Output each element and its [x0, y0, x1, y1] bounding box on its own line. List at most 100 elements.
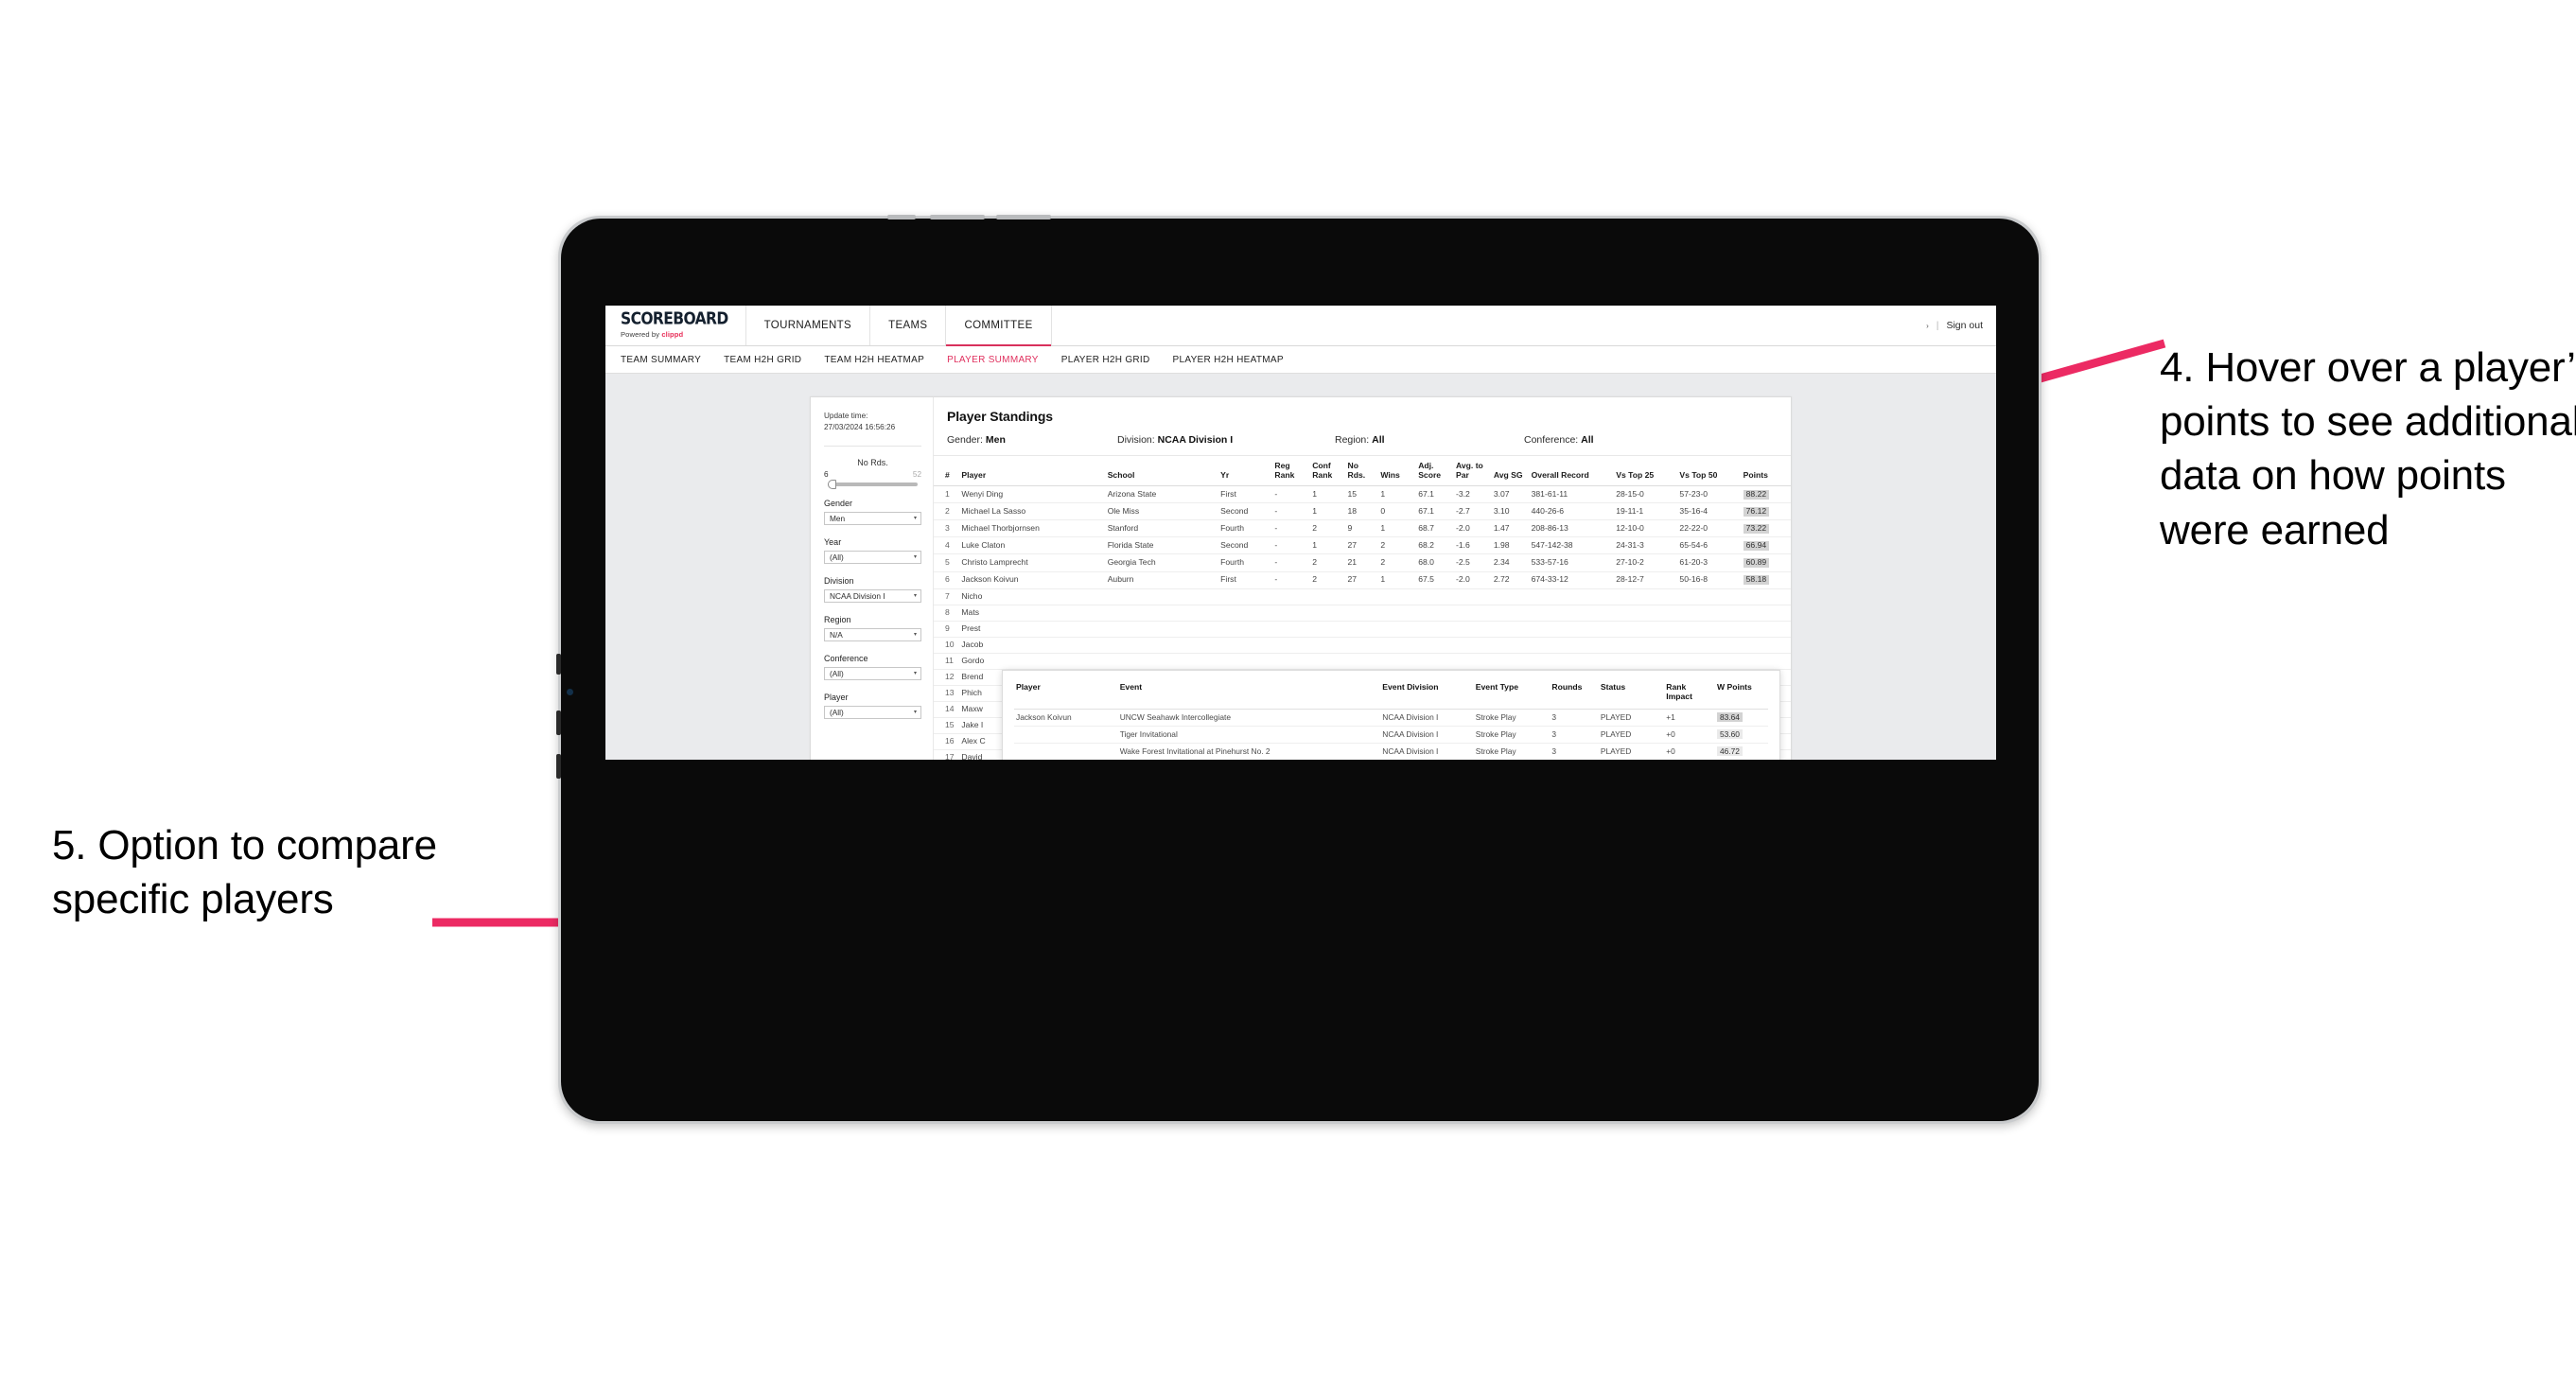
table-row[interactable]: 2 Michael La Sasso Ole Miss Second - 1 1…	[934, 502, 1791, 521]
subnav-item-player-h2h-heatmap[interactable]: PLAYER H2H HEATMAP	[1173, 355, 1297, 365]
cell-top50: 35-16-4	[1677, 502, 1742, 521]
col-wins[interactable]: Wins	[1378, 456, 1417, 487]
cell-rds: 15	[1345, 485, 1379, 504]
tip-col-w-points: W Points	[1714, 680, 1768, 710]
subnav-item-player-h2h-grid[interactable]: PLAYER H2H GRID	[1061, 355, 1164, 365]
cell-obscured	[1105, 621, 1791, 638]
dashboard-workspace: Update time: 27/03/2024 16:56:26 No Rds.…	[605, 374, 1996, 760]
cell-rds: 21	[1345, 553, 1379, 572]
cell-points[interactable]: 76.12	[1741, 502, 1791, 521]
table-row[interactable]: 8 Mats	[934, 605, 1791, 622]
cell-reg: -	[1272, 485, 1311, 504]
account-chevron-icon[interactable]: ›	[1926, 322, 1929, 330]
col-points[interactable]: Points	[1741, 456, 1791, 487]
cell-top25: 12-10-0	[1614, 519, 1678, 538]
tip-col-event: Event	[1117, 680, 1381, 710]
subnav-item-team-h2h-heatmap[interactable]: TEAM H2H HEATMAP	[824, 355, 938, 365]
cell-rds: 27	[1345, 536, 1379, 555]
filter-division-select[interactable]: NCAA Division I ▾	[824, 588, 921, 603]
cell-rds: 18	[1345, 502, 1379, 521]
col-avg-sg[interactable]: Avg SG	[1491, 456, 1530, 487]
table-row[interactable]: 4 Luke Claton Florida State Second - 1 2…	[934, 536, 1791, 555]
col-reg-rank[interactable]: Reg Rank	[1272, 456, 1311, 487]
table-row[interactable]: 9 Prest	[934, 621, 1791, 638]
col-avg-to-par[interactable]: Avg. to Par	[1454, 456, 1492, 487]
slider-track[interactable]	[828, 479, 918, 489]
cell-player: Gordo	[959, 653, 1106, 670]
col-vs-top-50[interactable]: Vs Top 50	[1677, 456, 1742, 487]
cell-par: -3.2	[1454, 485, 1492, 504]
col-player[interactable]: Player	[959, 456, 1106, 487]
table-row[interactable]: 5 Christo Lamprecht Georgia Tech Fourth …	[934, 553, 1791, 572]
nav-item-tournaments[interactable]: TOURNAMENTS	[746, 306, 871, 345]
col-overall-record[interactable]: Overall Record	[1529, 456, 1615, 487]
subnav-item-player-summary[interactable]: PLAYER SUMMARY	[947, 355, 1052, 365]
table-row[interactable]: 7 Nicho	[934, 588, 1791, 605]
cell-points[interactable]: 88.22	[1741, 485, 1791, 504]
col-rank[interactable]: #	[934, 456, 960, 487]
cell-wins: 2	[1378, 553, 1417, 572]
table-row[interactable]: 10 Jacob	[934, 637, 1791, 654]
col-yr[interactable]: Yr	[1218, 456, 1273, 487]
cell-adj: 67.1	[1416, 502, 1454, 521]
cell-rds: 27	[1345, 571, 1379, 589]
tip-cell-type: Stroke Play	[1473, 743, 1551, 760]
cell-wins: 0	[1378, 502, 1417, 521]
cell-top25: 24-31-3	[1614, 536, 1678, 555]
cell-school: Ole Miss	[1105, 502, 1219, 521]
cell-sg: 2.72	[1491, 571, 1530, 589]
tip-wpoints-value: 46.72	[1716, 746, 1743, 757]
device-volume-up-button	[556, 711, 561, 735]
cell-points[interactable]: 58.18	[1741, 571, 1791, 589]
filter-no-rounds-slider[interactable]: No Rds. 6 52	[824, 458, 921, 489]
standings-summary-row: Gender: Men Division: NCAA Division I Re…	[947, 434, 1778, 446]
col-no-rounds[interactable]: No Rds.	[1345, 456, 1379, 487]
device-top-button-2	[930, 215, 985, 219]
cell-school: Arizona State	[1105, 485, 1219, 504]
tip-wpoints-value: 83.64	[1716, 712, 1743, 723]
cell-wins: 2	[1378, 536, 1417, 555]
filter-region-select[interactable]: N/A ▾	[824, 627, 921, 641]
filter-gender-select[interactable]: Men ▾	[824, 511, 921, 525]
table-row[interactable]: 3 Michael Thorbjornsen Stanford Fourth -…	[934, 519, 1791, 538]
tip-cell-wpoints: 83.64	[1714, 709, 1768, 727]
filter-player: Player (All) ▾	[824, 693, 921, 719]
tip-cell-status: PLAYED	[1598, 743, 1665, 760]
table-row[interactable]: 6 Jackson Koivun Auburn First - 2 27 1 6…	[934, 571, 1791, 589]
filter-player-select[interactable]: (All) ▾	[824, 705, 921, 719]
filter-gender: Gender Men ▾	[824, 499, 921, 525]
cell-top25: 28-15-0	[1614, 485, 1678, 504]
col-conf-rank[interactable]: Conf Rank	[1310, 456, 1346, 487]
col-school[interactable]: School	[1105, 456, 1219, 487]
tip-cell-player: Jackson Koivun	[1014, 709, 1118, 727]
slider-values: 6 52	[824, 470, 921, 479]
filter-conference-select[interactable]: (All) ▾	[824, 666, 921, 680]
tooltip-header-row: Player Event Event Division Event Type R…	[1014, 680, 1768, 710]
filter-year-select[interactable]: (All) ▾	[824, 550, 921, 564]
cell-par: -2.5	[1454, 553, 1492, 572]
sign-out-link[interactable]: Sign out	[1946, 320, 1983, 331]
summary-gender-value: Men	[985, 434, 1006, 446]
nav-item-teams[interactable]: TEAMS	[870, 306, 947, 345]
cell-points[interactable]: 73.22	[1741, 519, 1791, 538]
cell-rank: 8	[934, 605, 960, 622]
subnav-item-team-summary[interactable]: TEAM SUMMARY	[621, 355, 714, 365]
points-value: 73.22	[1743, 523, 1770, 535]
table-row[interactable]: 1 Wenyi Ding Arizona State First - 1 15 …	[934, 485, 1791, 504]
slider-handle[interactable]	[828, 479, 836, 489]
subnav-item-team-h2h-grid[interactable]: TEAM H2H GRID	[724, 355, 815, 365]
cell-top50: 61-20-3	[1677, 553, 1742, 572]
device-top-button-3	[996, 215, 1051, 219]
cell-points[interactable]: 66.94	[1741, 536, 1791, 555]
cell-points[interactable]: 60.89	[1741, 553, 1791, 572]
cell-rank: 11	[934, 653, 960, 670]
brand-title: SCOREBOARD	[621, 308, 728, 328]
col-vs-top-25[interactable]: Vs Top 25	[1614, 456, 1678, 487]
cell-reg: -	[1272, 536, 1311, 555]
cell-rank: 2	[934, 502, 960, 521]
col-adj-score[interactable]: Adj. Score	[1416, 456, 1454, 487]
page-title: Player Standings	[947, 409, 1053, 424]
brand-logo[interactable]: SCOREBOARD Powered by clippd	[605, 306, 746, 345]
table-row[interactable]: 11 Gordo	[934, 653, 1791, 670]
nav-item-committee[interactable]: COMMITTEE	[946, 306, 1052, 346]
